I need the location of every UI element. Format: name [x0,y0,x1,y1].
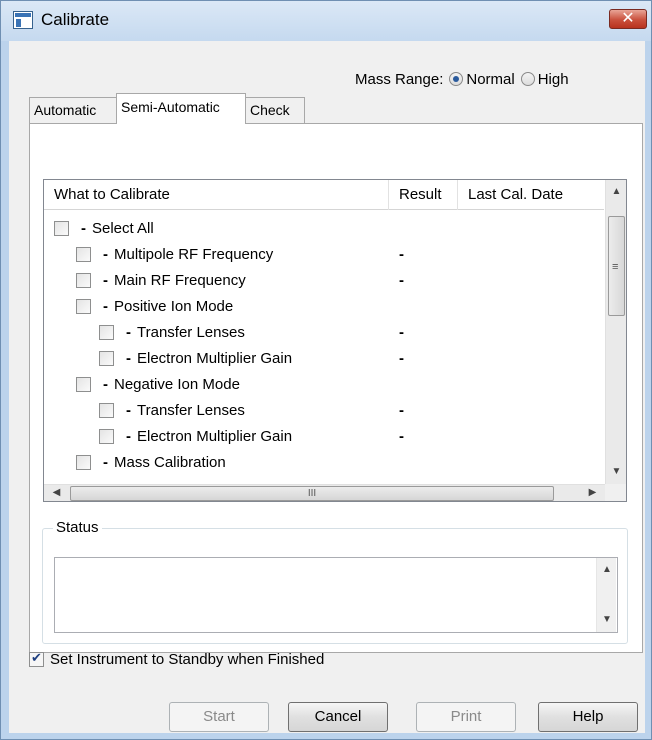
mass-range-high-radio[interactable] [520,72,535,86]
standby-label[interactable]: Set Instrument to Standby when Finished [50,651,324,668]
mass-range-high-label[interactable]: High [538,71,569,88]
tree-connector: - [103,271,108,289]
tree-row[interactable]: - Transfer Lenses - [99,397,584,423]
tree-row-label: Select All [92,219,154,237]
tree-header: What to Calibrate Result Last Cal. Date [44,180,604,210]
tree-row-checkbox[interactable] [76,376,91,392]
tree-row[interactable]: - Electron Multiplier Gain - [99,345,584,371]
mass-range-normal-radio[interactable] [449,72,464,86]
close-button[interactable]: ✕ [609,9,647,29]
tree-row-label: Negative Ion Mode [114,375,240,393]
tree-row-label: Transfer Lenses [137,323,245,341]
calibration-tree: What to Calibrate Result Last Cal. Date … [43,179,627,502]
scroll-right-icon[interactable]: ▶ [582,485,603,501]
status-textbox[interactable] [54,557,618,633]
tree-connector: - [126,349,131,367]
tree-row-checkbox[interactable] [99,428,114,444]
column-result[interactable]: Result [389,180,458,210]
app-icon [13,11,33,29]
tree-row-result: - [399,349,404,367]
tree-connector: - [126,427,131,445]
tree-horizontal-scrollbar[interactable]: ◀ III ▶ [44,484,605,501]
scroll-up-icon[interactable]: ▲ [606,184,626,200]
status-scroll-down-icon[interactable]: ▼ [597,612,617,628]
tree-row[interactable]: - Mass Calibration [76,449,584,475]
scroll-corner [605,484,626,501]
tree-row-checkbox[interactable] [99,324,114,340]
tree-row-label: Main RF Frequency [114,271,246,289]
window-title: Calibrate [41,10,110,29]
mass-range-label: Mass Range: [355,70,444,88]
tree-row-label: Positive Ion Mode [114,297,234,315]
tree-row[interactable]: - Electron Multiplier Gain - [99,423,584,449]
tree-row-checkbox[interactable] [76,298,91,314]
start-button[interactable]: Start [169,702,269,732]
tree-connector: - [126,401,131,419]
column-what-to-calibrate[interactable]: What to Calibrate [44,180,389,210]
mass-range-normal-label[interactable]: Normal [466,71,514,88]
vertical-scroll-thumb[interactable]: ≡ [608,216,625,316]
tree-row-checkbox[interactable] [76,246,91,262]
grip-icon: ≡ [612,261,619,273]
tree-row-checkbox[interactable] [76,272,91,288]
status-scroll-up-icon[interactable]: ▲ [597,562,617,578]
tree-row-checkbox[interactable] [54,220,69,236]
tree-row-result: - [399,401,404,419]
help-button[interactable]: Help [538,702,638,732]
title-bar[interactable]: Calibrate ✕ [1,1,651,41]
tree-row-checkbox[interactable] [76,454,91,470]
tree-row-result: - [399,427,404,445]
tab-semi-automatic[interactable]: Semi-Automatic [116,93,246,124]
calibrate-window: Calibrate ✕ Mass Range: Normal High Auto… [0,0,652,740]
tree-row-checkbox[interactable] [99,350,114,366]
tree-row[interactable]: - Select All [54,215,584,241]
tab-check[interactable]: Check [245,97,305,123]
scroll-down-icon[interactable]: ▼ [606,464,626,480]
status-scrollbar[interactable]: ▲ ▼ [596,558,616,632]
tree-row[interactable]: - Positive Ion Mode [76,293,584,319]
tree-row[interactable]: - Main RF Frequency - [76,267,584,293]
status-group: Status ▲ ▼ [42,519,628,644]
tree-row[interactable]: - Negative Ion Mode [76,371,584,397]
print-button[interactable]: Print [416,702,516,732]
tree-row[interactable]: - Multipole RF Frequency - [76,241,584,267]
tree-connector: - [103,453,108,471]
tree-connector: - [126,323,131,341]
tree-vertical-scrollbar[interactable]: ▲ ≡ ▼ [605,180,626,484]
tree-row-label: Electron Multiplier Gain [137,427,293,445]
tree-row-label: Electron Multiplier Gain [137,349,293,367]
tree-row-result: - [399,271,404,289]
tab-automatic[interactable]: Automatic [29,97,117,123]
tree-row-label: Transfer Lenses [137,401,245,419]
tree-row-label: Mass Calibration [114,453,226,471]
dialog-body: Mass Range: Normal High Automatic Semi-A… [9,41,645,733]
standby-checkbox[interactable] [29,650,44,667]
tree-row-result: - [399,245,404,263]
scroll-left-icon[interactable]: ◀ [46,485,67,501]
tree-row-checkbox[interactable] [99,402,114,418]
cancel-button[interactable]: Cancel [288,702,388,732]
status-label: Status [53,519,102,536]
tree-row-label: Multipole RF Frequency [114,245,274,263]
horizontal-scroll-thumb[interactable]: III [70,486,554,501]
column-last-cal-date[interactable]: Last Cal. Date [458,180,604,210]
standby-option[interactable]: Set Instrument to Standby when Finished [29,650,324,668]
tree-connector: - [103,375,108,393]
tree-connector: - [103,245,108,263]
semi-automatic-panel: What to Calibrate Result Last Cal. Date … [29,123,643,653]
tree-connector: - [103,297,108,315]
tree-connector: - [81,219,86,237]
tree-row-result: - [399,323,404,341]
mass-range-group: Mass Range: Normal High [355,69,569,89]
tree-row[interactable]: - Transfer Lenses - [99,319,584,345]
